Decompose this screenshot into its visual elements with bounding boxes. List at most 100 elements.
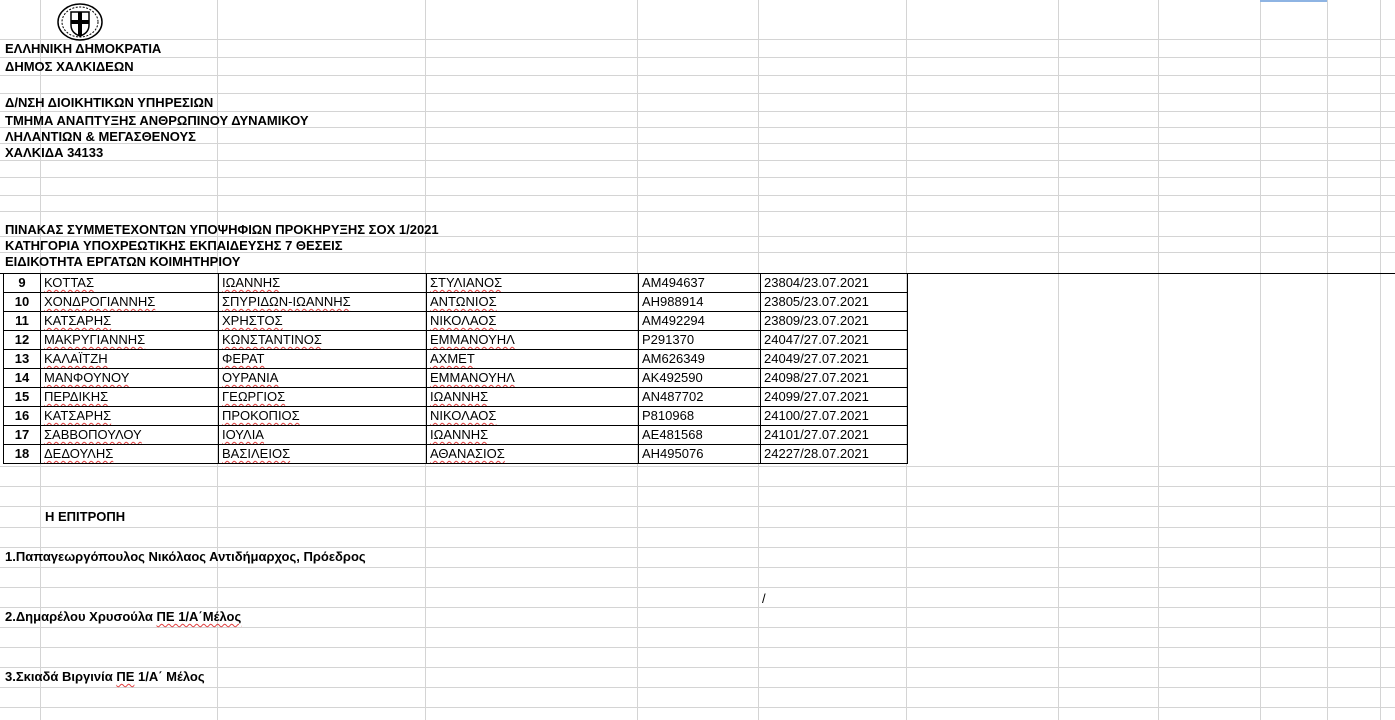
surname-cell: ΚΑΤΣΑΡΗΣ: [40, 406, 219, 426]
first-name-cell-text: ΒΑΣΙΛΕΙΟΣ: [222, 446, 291, 461]
table-row: 10 ΧΟΝΔΡΟΓΙΑΝΝΗΣ ΣΠΥΡΙΔΩΝ-ΙΩΑΝΝΗΣ ΑΝΤΩΝΙΟΣ Α…: [3, 292, 908, 312]
grid-column-line: [1260, 0, 1261, 720]
id-number-cell: ΑΝ487702: [638, 387, 761, 407]
table-row: 12 ΜΑΚΡΥΓΙΑΝΝΗΣ ΚΩΝΣΤΑΝΤΙΝΟΣ ΕΜΜΑΝΟΥΗΛ Ρ2913…: [3, 330, 908, 350]
org-line-department: ΤΜΗΜΑ ΑΝΑΠΤΥΞΗΣ ΑΝΘΡΩΠΙΝΟΥ ΔΥΝΑΜΙΚΟΥ: [5, 113, 309, 128]
surname-cell: ΚΟΤΤΑΣ: [40, 273, 219, 293]
surname-cell-text: ΣΑΒΒΟΠΟΥΛΟΥ: [44, 427, 142, 442]
father-name-cell: ΑΘΑΝΑΣΙΟΣ: [426, 444, 639, 464]
surname-cell-text: ΚΑΛΑΪΤΖΗ: [44, 351, 108, 366]
first-name-cell: ΒΑΣΙΛΕΙΟΣ: [218, 444, 427, 464]
surname-cell-text: ΚΑΤΣΑΡΗΣ: [44, 313, 112, 328]
grid-row-line: [0, 39, 1395, 40]
grid-row-line: [0, 587, 1395, 588]
member-3-name: 3.Σκιαδά Βιργινία: [5, 669, 117, 684]
first-name-cell-text: ΓΕΩΡΓΙΟΣ: [222, 389, 286, 404]
stray-mark: /: [762, 591, 766, 606]
father-name-cell-text: ΕΜΜΑΝΟΥΗΛ: [430, 370, 515, 385]
table-row: 9 ΚΟΤΤΑΣ ΙΩΑΝΝΗΣ ΣΤΥΛΙΑΝΟΣ ΑΜ494637 23804/23.…: [3, 273, 908, 293]
row-number: 18: [3, 444, 41, 464]
first-name-cell: ΚΩΝΣΤΑΝΤΙΝΟΣ: [218, 330, 427, 350]
grid-row-line: [0, 547, 1395, 548]
id-number-cell: ΑΗ495076: [638, 444, 761, 464]
id-number-cell: ΑΚ492590: [638, 368, 761, 388]
table-row: 13 ΚΑΛΑΪΤΖΗ ΦΕΡΑΤ ΑΧΜΕΤ ΑΜ626349 24049/27.07.…: [3, 349, 908, 369]
protocol-cell: 24101/27.07.2021: [760, 425, 908, 445]
father-name-cell: ΕΜΜΑΝΟΥΗΛ: [426, 330, 639, 350]
father-name-cell: ΙΩΑΝΝΗΣ: [426, 387, 639, 407]
surname-cell: ΣΑΒΒΟΠΟΥΛΟΥ: [40, 425, 219, 445]
first-name-cell-text: ΟΥΡΑΝΙΑ: [222, 370, 279, 385]
member-3-grade: ΠΕ: [116, 669, 135, 684]
row-number: 12: [3, 330, 41, 350]
row-number: 17: [3, 425, 41, 445]
member-2-role: ΠΕ 1/Α΄Μέλος: [156, 609, 242, 624]
org-line-city: ΧΑΛΚΙΔΑ 34133: [5, 145, 104, 160]
father-name-cell-text: ΑΧΜΕΤ: [430, 351, 475, 366]
grid-row-line: [0, 177, 1395, 178]
father-name-cell-text: ΝΙΚΟΛΑΟΣ: [430, 313, 497, 328]
id-number-cell: ΑΗ988914: [638, 292, 761, 312]
row-number: 15: [3, 387, 41, 407]
id-number-cell: ΑΜ492294: [638, 311, 761, 331]
grid-row-line: [0, 486, 1395, 487]
member-2-name: 2.Δημαρέλου Χρυσούλα: [5, 609, 157, 624]
protocol-cell: 24098/27.07.2021: [760, 368, 908, 388]
father-name-cell: ΕΜΜΑΝΟΥΗΛ: [426, 368, 639, 388]
protocol-cell: 24100/27.07.2021: [760, 406, 908, 426]
greek-coat-of-arms-icon: [57, 3, 103, 41]
grid-row-line: [0, 687, 1395, 688]
father-name-cell: ΑΝΤΩΝΙΟΣ: [426, 292, 639, 312]
committee-member-1: 1.Παπαγεωργόπουλος Νικόλαος Αντιδήμαρχος…: [5, 549, 366, 564]
surname-cell-text: ΠΕΡΔΙΚΗΣ: [44, 389, 109, 404]
first-name-cell: ΣΠΥΡΙΔΩΝ-ΙΩΑΝΝΗΣ: [218, 292, 427, 312]
surname-cell-text: ΧΟΝΔΡΟΓΙΑΝΝΗΣ: [44, 294, 156, 309]
father-name-cell-text: ΕΜΜΑΝΟΥΗΛ: [430, 332, 515, 347]
id-number-cell: ΑΜ494637: [638, 273, 761, 293]
first-name-cell-text: ΧΡΗΣΤΟΣ: [222, 313, 283, 328]
committee-member-2: 2.Δημαρέλου Χρυσούλα ΠΕ 1/Α΄Μέλος: [5, 609, 241, 625]
first-name-cell: ΙΟΥΛΙΑ: [218, 425, 427, 445]
table-row: 15 ΠΕΡΔΙΚΗΣ ΓΕΩΡΓΙΟΣ ΙΩΑΝΝΗΣ ΑΝ487702 24099/2…: [3, 387, 908, 407]
row-number: 13: [3, 349, 41, 369]
protocol-cell: 24047/27.07.2021: [760, 330, 908, 350]
row-number: 10: [3, 292, 41, 312]
grid-row-line: [0, 607, 1395, 608]
table-specialty: ΕΙΔΙΚΟΤΗΤΑ ΕΡΓΑΤΩΝ ΚΟΙΜΗΤΗΡΙΟΥ: [5, 254, 241, 269]
grid-row-line: [0, 75, 1395, 76]
first-name-cell-text: ΚΩΝΣΤΑΝΤΙΝΟΣ: [222, 332, 322, 347]
id-number-cell: ΑΕ481568: [638, 425, 761, 445]
table-category: ΚΑΤΗΓΟΡΙΑ ΥΠΟΧΡΕΩΤΙΚΗΣ ΕΚΠΑΙΔΕΥΣΗΣ 7 ΘΕΣ…: [5, 238, 343, 253]
table-title: ΠΙΝΑΚΑΣ ΣΥΜΜΕΤΕΧΟΝΤΩΝ ΥΠΟΨΗΦΙΩΝ ΠΡΟΚΗΡΥΞ…: [5, 222, 439, 237]
grid-row-line: [0, 527, 1395, 528]
grid-row-line: [0, 466, 1395, 467]
protocol-cell: 23804/23.07.2021: [760, 273, 908, 293]
grid-row-line: [0, 160, 1395, 161]
father-name-cell: ΝΙΚΟΛΑΟΣ: [426, 311, 639, 331]
surname-cell-text: ΜΑΚΡΥΓΙΑΝΝΗΣ: [44, 332, 146, 347]
first-name-cell: ΦΕΡΑΤ: [218, 349, 427, 369]
protocol-cell: 24049/27.07.2021: [760, 349, 908, 369]
first-name-cell: ΠΡΟΚΟΠΙΟΣ: [218, 406, 427, 426]
father-name-cell-text: ΙΩΑΝΝΗΣ: [430, 389, 489, 404]
father-name-cell: ΙΩΑΝΝΗΣ: [426, 425, 639, 445]
surname-cell: ΜΑΝΦΟΥΝΟΥ: [40, 368, 219, 388]
table-row: 14 ΜΑΝΦΟΥΝΟΥ ΟΥΡΑΝΙΑ ΕΜΜΑΝΟΥΗΛ ΑΚ492590 24098…: [3, 368, 908, 388]
father-name-cell-text: ΑΝΤΩΝΙΟΣ: [430, 294, 497, 309]
candidates-table: 9 ΚΟΤΤΑΣ ΙΩΑΝΝΗΣ ΣΤΥΛΙΑΝΟΣ ΑΜ494637 23804/23.…: [3, 273, 908, 464]
surname-cell: ΠΕΡΔΙΚΗΣ: [40, 387, 219, 407]
grid-row-line: [0, 506, 1395, 507]
father-name-cell-text: ΙΩΑΝΝΗΣ: [430, 427, 489, 442]
first-name-cell-text: ΣΠΥΡΙΔΩΝ-ΙΩΑΝΝΗΣ: [222, 294, 351, 309]
selected-cell-indicator: [1260, 0, 1327, 2]
first-name-cell: ΓΕΩΡΓΙΟΣ: [218, 387, 427, 407]
first-name-cell: ΧΡΗΣΤΟΣ: [218, 311, 427, 331]
surname-cell: ΚΑΤΣΑΡΗΣ: [40, 311, 219, 331]
id-number-cell: Ρ291370: [638, 330, 761, 350]
grid-row-line: [0, 667, 1395, 668]
row-number: 16: [3, 406, 41, 426]
grid-row-line: [0, 707, 1395, 708]
grid-row-line: [0, 567, 1395, 568]
row-number: 11: [3, 311, 41, 331]
surname-cell: ΧΟΝΔΡΟΓΙΑΝΝΗΣ: [40, 292, 219, 312]
